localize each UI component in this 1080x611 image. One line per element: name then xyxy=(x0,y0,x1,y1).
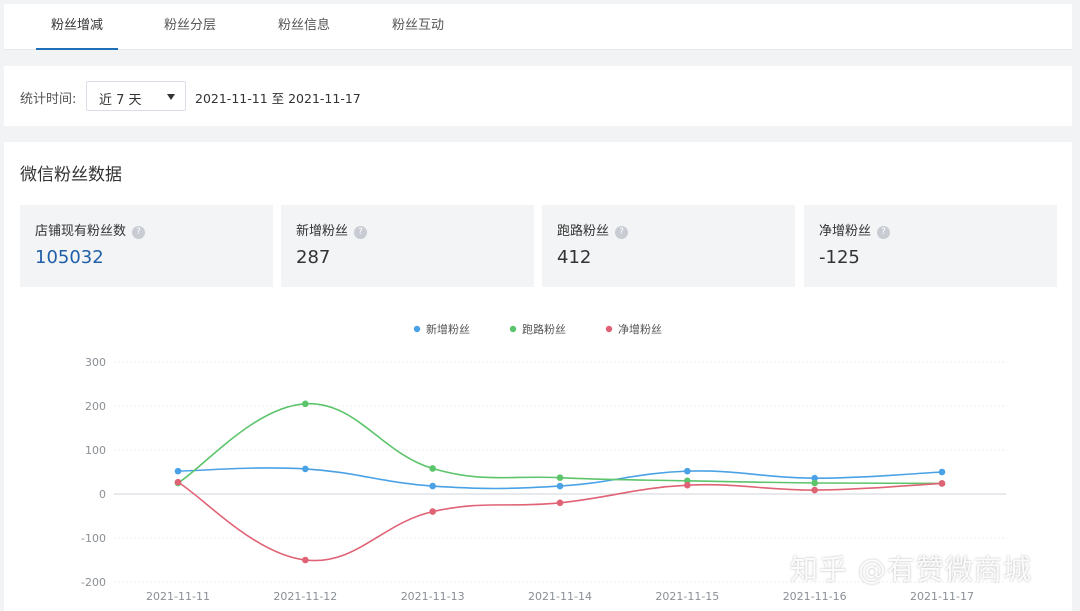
y-tick-label: 300 xyxy=(85,356,106,369)
legend-label: 净增粉丝 xyxy=(618,322,662,336)
y-tick-label: 100 xyxy=(85,444,106,457)
panel-title: 微信粉丝数据 xyxy=(20,165,122,185)
series-line xyxy=(177,402,943,485)
tab-fans-info[interactable]: 粉丝信息 xyxy=(268,4,340,50)
legend-label: 跑路粉丝 xyxy=(522,322,566,336)
watermark: 知乎 @有赞微商城 xyxy=(790,553,1032,586)
metric-label-text: 店铺现有粉丝数 xyxy=(35,224,127,239)
data-point xyxy=(174,467,182,475)
help-icon[interactable]: ? xyxy=(354,226,368,239)
help-icon[interactable]: ? xyxy=(615,226,629,239)
legend-marker xyxy=(605,325,613,333)
metric-card-new-fans: 新增粉丝? 287 xyxy=(281,205,534,287)
y-tick-label: 200 xyxy=(85,400,106,413)
data-point xyxy=(302,400,309,408)
metric-label: 新增粉丝? xyxy=(296,220,368,239)
x-tick-label: 2021-11-17 xyxy=(910,590,974,603)
metric-value-lost-fans: 412 xyxy=(557,247,592,268)
data-point xyxy=(811,486,818,494)
x-tick-label: 2021-11-16 xyxy=(783,590,847,603)
help-icon[interactable]: ? xyxy=(877,226,891,239)
metric-label: 净增粉丝? xyxy=(819,220,891,239)
data-point xyxy=(429,465,436,472)
metric-label-text: 净增粉丝 xyxy=(819,224,872,239)
help-icon[interactable]: ? xyxy=(132,226,146,239)
caret-down-icon xyxy=(167,94,175,100)
metric-card-total-fans: 店铺现有粉丝数? 105032 xyxy=(20,205,273,287)
metric-label: 跑路粉丝? xyxy=(557,220,629,239)
data-point xyxy=(811,479,818,487)
data-point xyxy=(556,482,564,490)
data-point xyxy=(938,468,946,476)
metric-label-text: 新增粉丝 xyxy=(296,224,349,239)
metric-label: 店铺现有粉丝数? xyxy=(35,220,146,239)
period-select[interactable]: 近 7 天 xyxy=(86,81,186,111)
tab-fans-change[interactable]: 粉丝增减 xyxy=(36,4,118,50)
tab-fans-segment[interactable]: 粉丝分层 xyxy=(154,4,226,50)
x-tick-label: 2021-11-15 xyxy=(655,590,719,603)
legend-marker xyxy=(413,325,421,333)
legend-marker xyxy=(509,325,517,333)
data-point xyxy=(429,482,436,490)
data-point xyxy=(556,499,564,507)
tab-bar: 粉丝增减 粉丝分层 粉丝信息 粉丝互动 xyxy=(4,4,1072,50)
x-tick-label: 2021-11-13 xyxy=(401,590,465,603)
data-point xyxy=(556,474,564,482)
x-tick-label: 2021-11-12 xyxy=(273,590,337,603)
data-point xyxy=(302,556,309,564)
y-tick-label: -100 xyxy=(81,532,106,545)
filter-label: 统计时间: xyxy=(20,92,77,107)
metric-card-net-fans: 净增粉丝? -125 xyxy=(804,205,1057,287)
period-select-value: 近 7 天 xyxy=(99,93,142,108)
y-tick-label: -200 xyxy=(81,576,106,589)
data-point xyxy=(938,480,946,487)
filter-bar: 统计时间: 近 7 天 2021-11-11 至 2021-11-17 xyxy=(4,66,1072,126)
data-point xyxy=(174,478,182,486)
date-range: 2021-11-11 至 2021-11-17 xyxy=(195,91,361,106)
data-point xyxy=(429,508,436,515)
metric-value-net-fans: -125 xyxy=(819,247,860,268)
metric-value-total-fans[interactable]: 105032 xyxy=(35,247,104,268)
tab-fans-interaction[interactable]: 粉丝互动 xyxy=(382,4,454,50)
metric-card-lost-fans: 跑路粉丝? 412 xyxy=(542,205,795,287)
legend-label: 新增粉丝 xyxy=(426,322,470,336)
metric-label-text: 跑路粉丝 xyxy=(557,224,610,239)
data-point xyxy=(684,481,691,489)
data-point xyxy=(302,465,309,473)
x-tick-label: 2021-11-11 xyxy=(146,590,210,603)
metric-value-new-fans: 287 xyxy=(296,247,331,268)
y-tick-label: 0 xyxy=(99,488,106,501)
x-tick-label: 2021-11-14 xyxy=(528,590,592,603)
data-point xyxy=(684,467,691,475)
